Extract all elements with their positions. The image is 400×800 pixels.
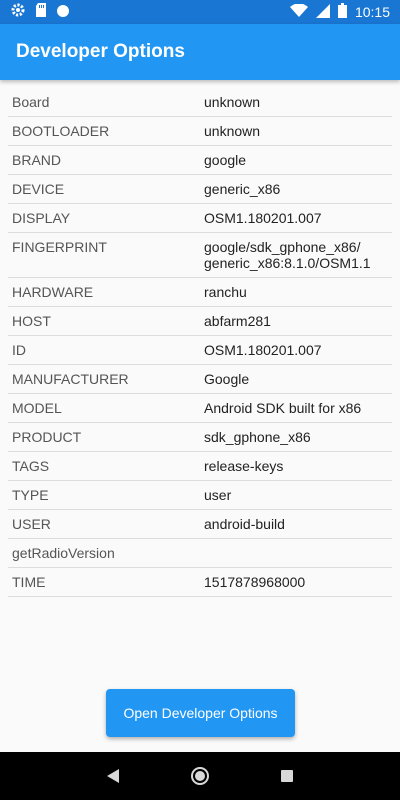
row-key-manufacturer: MANUFACTURER bbox=[12, 371, 129, 387]
circle-icon bbox=[56, 3, 70, 22]
status-left-icons bbox=[10, 2, 70, 22]
table-row: BOOTLOADER unknown bbox=[8, 117, 392, 146]
table-row: PRODUCT sdk_gphone_x86 bbox=[8, 423, 392, 452]
row-key-product: PRODUCT bbox=[12, 429, 82, 445]
table-row: BRAND google bbox=[8, 146, 392, 175]
table-row: TAGS release-keys bbox=[8, 452, 392, 481]
row-value-host: abfarm281 bbox=[204, 313, 271, 329]
row-key-brand: BRAND bbox=[12, 152, 62, 168]
table-row: ID OSM1.180201.007 bbox=[8, 336, 392, 365]
row-key-fingerprint: FINGERPRINT bbox=[12, 239, 107, 255]
table-row: USER android-build bbox=[8, 510, 392, 539]
back-icon[interactable] bbox=[101, 764, 125, 788]
row-value-user: android-build bbox=[204, 516, 285, 532]
row-value-display: OSM1.180201.007 bbox=[204, 210, 322, 226]
row-key-time: TIME bbox=[12, 574, 46, 590]
app-bar: Developer Options bbox=[0, 24, 400, 80]
wifi-icon bbox=[289, 2, 308, 22]
table-row: TYPE user bbox=[8, 481, 392, 510]
row-value-hardware: ranchu bbox=[204, 284, 247, 300]
row-value-radio-version bbox=[204, 539, 392, 551]
row-value-fingerprint: google/sdk_gphone_x86/ generic_x86:8.1.0… bbox=[204, 239, 371, 271]
page-title: Developer Options bbox=[16, 41, 185, 62]
table-row: DISPLAY OSM1.180201.007 bbox=[8, 204, 392, 233]
row-value-bootloader: unknown bbox=[204, 123, 261, 139]
row-key-bootloader: BOOTLOADER bbox=[12, 123, 110, 139]
recents-icon[interactable] bbox=[275, 764, 299, 788]
row-key-model: MODEL bbox=[12, 400, 62, 416]
row-value-brand: google bbox=[204, 152, 247, 168]
row-value-product: sdk_gphone_x86 bbox=[204, 429, 311, 445]
table-row: MODEL Android SDK built for x86 bbox=[8, 394, 392, 423]
row-value-time: 1517878968000 bbox=[204, 574, 306, 590]
table-row: TIME 1517878968000 bbox=[8, 568, 392, 597]
navigation-bar bbox=[0, 752, 400, 800]
row-key-user: USER bbox=[12, 516, 51, 532]
table-row: MANUFACTURER Google bbox=[8, 365, 392, 394]
table-row: DEVICE generic_x86 bbox=[8, 175, 392, 204]
table-row: FINGERPRINT google/sdk_gphone_x86/ gener… bbox=[8, 233, 392, 278]
row-value-tags: release-keys bbox=[204, 458, 284, 474]
status-bar: 10:15 bbox=[0, 0, 400, 24]
row-value-manufacturer: Google bbox=[204, 371, 250, 387]
open-developer-options-button[interactable]: Open Developer Options bbox=[106, 689, 295, 737]
row-key-tags: TAGS bbox=[12, 458, 50, 474]
row-key-device: DEVICE bbox=[12, 181, 65, 197]
row-key-board: Board bbox=[12, 94, 50, 110]
sd-card-icon bbox=[34, 2, 48, 22]
table-row: HOST abfarm281 bbox=[8, 307, 392, 336]
table-row: HARDWARE ranchu bbox=[8, 278, 392, 307]
row-key-hardware: HARDWARE bbox=[12, 284, 94, 300]
home-icon[interactable] bbox=[188, 764, 212, 788]
row-value-id: OSM1.180201.007 bbox=[204, 342, 322, 358]
row-key-display: DISPLAY bbox=[12, 210, 71, 226]
status-time: 10:15 bbox=[354, 4, 390, 20]
row-key-type: TYPE bbox=[12, 487, 49, 503]
row-key-radio-version: getRadioVersion bbox=[12, 545, 115, 561]
row-key-host: HOST bbox=[12, 313, 51, 329]
row-key-id: ID bbox=[12, 342, 26, 358]
table-row: Board unknown bbox=[8, 88, 392, 117]
device-info-table: Board unknown BOOTLOADER unknown BRAND g… bbox=[8, 88, 392, 597]
signal-icon bbox=[315, 3, 330, 22]
row-value-model: Android SDK built for x86 bbox=[204, 400, 362, 416]
row-value-device: generic_x86 bbox=[204, 181, 281, 197]
table-row: getRadioVersion bbox=[8, 539, 392, 568]
gear-icon bbox=[10, 2, 26, 22]
row-value-board: unknown bbox=[204, 94, 261, 110]
battery-icon bbox=[337, 2, 347, 22]
status-right-icons: 10:15 bbox=[289, 2, 390, 22]
row-value-type: user bbox=[204, 487, 232, 503]
